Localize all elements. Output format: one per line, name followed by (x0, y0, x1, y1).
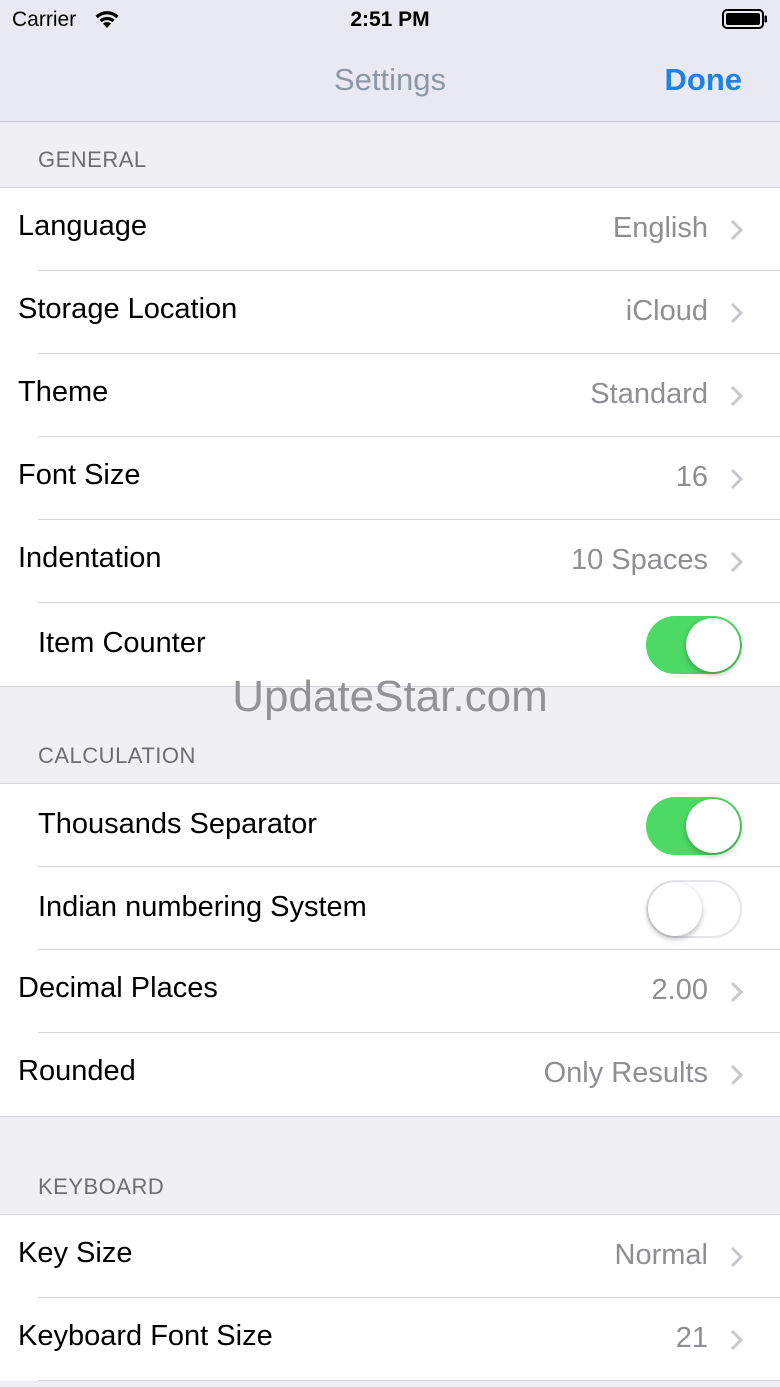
row-label: Rounded (18, 1055, 136, 1087)
status-time: 2:51 PM (350, 8, 430, 31)
row-key-size[interactable]: Key Size Normal (0, 1215, 780, 1298)
row-language[interactable]: Language English (0, 188, 780, 271)
row-storage-location[interactable]: Storage Location iCloud (0, 271, 780, 354)
row-value: Standard (590, 378, 708, 410)
row-value: iCloud (625, 295, 708, 327)
battery-icon (722, 9, 768, 29)
watermark: UpdateStar.com (232, 672, 548, 721)
chevron-right-icon (730, 219, 744, 241)
keyboard-group: Key Size Normal Keyboard Font Size 21 (0, 1214, 780, 1381)
row-indian-numbering-system: Indian numbering System (0, 867, 780, 950)
row-font-size[interactable]: Font Size 16 (0, 437, 780, 520)
row-label: Decimal Places (18, 972, 218, 1004)
row-label: Indentation (18, 542, 162, 574)
row-label: Item Counter (38, 627, 206, 659)
section-header-calculation: CALCULATION (38, 743, 196, 768)
row-value: English (612, 212, 708, 244)
section-header-general: GENERAL (38, 147, 147, 172)
row-indentation[interactable]: Indentation 10 Spaces (0, 520, 780, 603)
row-value: 16 (675, 461, 708, 493)
chevron-right-icon (730, 1064, 744, 1086)
item-counter-toggle[interactable] (646, 616, 742, 674)
section-header-keyboard: KEYBOARD (38, 1174, 165, 1199)
row-rounded[interactable]: Rounded Only Results (0, 1033, 780, 1116)
row-label: Thousands Separator (38, 808, 317, 840)
row-label: Keyboard Font Size (18, 1320, 273, 1352)
row-label: Indian numbering System (38, 891, 367, 923)
row-label: Storage Location (18, 293, 238, 325)
row-keyboard-font-size[interactable]: Keyboard Font Size 21 (0, 1298, 780, 1381)
indian-numbering-toggle[interactable] (646, 880, 742, 938)
row-label: Key Size (18, 1237, 133, 1269)
row-value: Normal (614, 1239, 708, 1271)
status-bar: Carrier 2:51 PM (0, 0, 780, 40)
row-label: Language (18, 210, 148, 242)
done-button[interactable]: Done (665, 62, 743, 98)
row-value: Only Results (543, 1057, 708, 1089)
row-value: 21 (675, 1322, 708, 1354)
row-label: Theme (18, 376, 109, 408)
row-value: 10 Spaces (570, 544, 708, 576)
row-theme[interactable]: Theme Standard (0, 354, 780, 437)
thousands-separator-toggle[interactable] (646, 797, 742, 855)
row-value: 2.00 (651, 974, 708, 1006)
page-title: Settings (333, 62, 446, 97)
calculation-group: Thousands Separator Indian numbering Sys… (0, 783, 780, 1117)
general-group: Language English Storage Location iCloud… (0, 187, 780, 687)
chevron-right-icon (730, 385, 744, 407)
chevron-right-icon (730, 468, 744, 490)
navigation-bar: Settings Done (0, 40, 780, 122)
row-thousands-separator: Thousands Separator (0, 784, 780, 867)
chevron-right-icon (730, 302, 744, 324)
row-decimal-places[interactable]: Decimal Places 2.00 (0, 950, 780, 1033)
row-label: Font Size (18, 459, 141, 491)
chevron-right-icon (730, 1329, 744, 1351)
chevron-right-icon (730, 551, 744, 573)
chevron-right-icon (730, 981, 744, 1003)
chevron-right-icon (730, 1246, 744, 1268)
